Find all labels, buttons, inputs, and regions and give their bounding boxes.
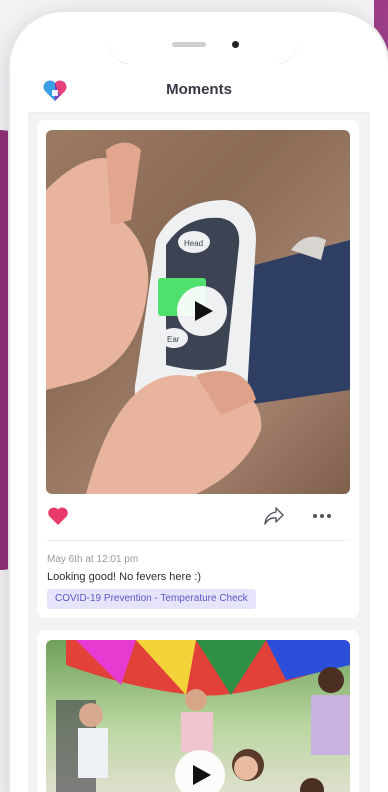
svg-text:Ear: Ear bbox=[167, 335, 180, 344]
front-camera bbox=[232, 41, 239, 48]
svg-text:Head: Head bbox=[184, 239, 203, 248]
next-post-video-thumbnail[interactable] bbox=[46, 640, 350, 792]
more-options-icon[interactable] bbox=[311, 506, 333, 526]
post-timestamp: May 6th at 12:01 pm bbox=[47, 554, 139, 565]
phone-frame: Moments Head Ear May 6th at 12:01 pm Loo… bbox=[10, 12, 388, 792]
share-arrow-icon[interactable] bbox=[263, 506, 285, 526]
post-tag[interactable]: COVID-19 Prevention - Temperature Check bbox=[47, 589, 256, 609]
post-actions bbox=[37, 498, 359, 532]
post-video-thumbnail[interactable]: Head Ear bbox=[46, 130, 350, 494]
next-play-button[interactable] bbox=[175, 750, 225, 792]
moment-card: Head Ear May 6th at 12:01 pm Looking goo… bbox=[37, 120, 359, 618]
speaker-grill bbox=[172, 42, 206, 47]
play-icon bbox=[195, 301, 213, 321]
card-divider bbox=[47, 540, 349, 541]
next-moment-card bbox=[37, 630, 359, 792]
play-button[interactable] bbox=[177, 286, 227, 336]
app-screen: Moments Head Ear May 6th at 12:01 pm Loo… bbox=[28, 64, 370, 792]
post-caption: Looking good! No fevers here :) bbox=[47, 571, 202, 583]
app-header: Moments bbox=[28, 64, 370, 113]
page-title: Moments bbox=[166, 81, 232, 98]
like-heart-icon[interactable] bbox=[47, 506, 69, 526]
play-icon bbox=[193, 765, 211, 785]
phone-notch bbox=[108, 12, 298, 64]
